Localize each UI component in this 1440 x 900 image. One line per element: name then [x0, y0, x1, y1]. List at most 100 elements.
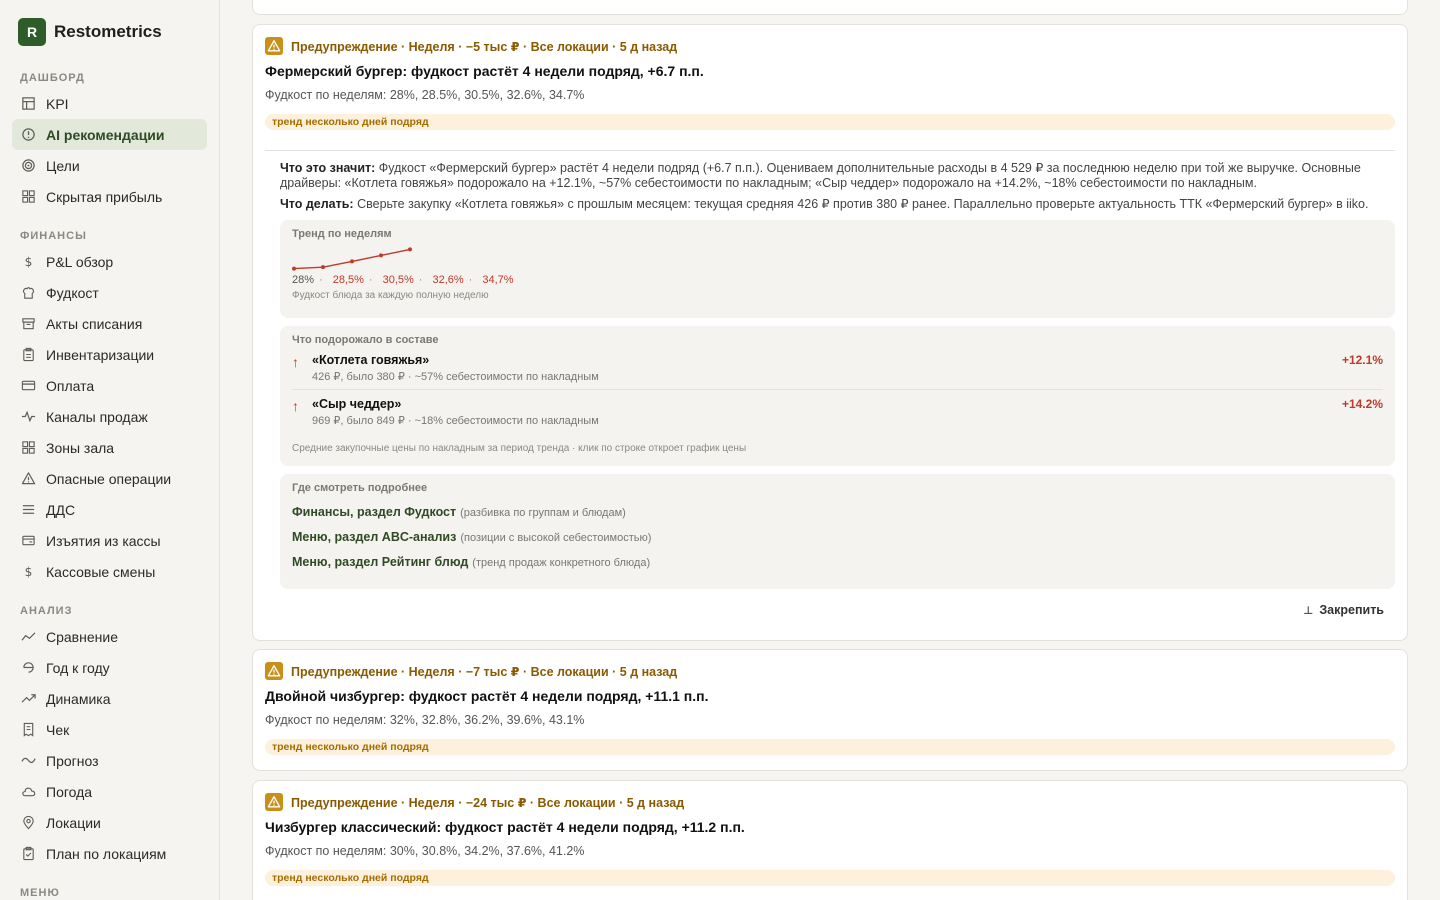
sidebar-item-label: KPI	[46, 95, 69, 112]
sidebar-item[interactable]: Опасные операции	[12, 463, 207, 494]
sidebar-item[interactable]: Год к году	[12, 652, 207, 683]
brand[interactable]: R Restometrics	[0, 0, 219, 64]
sidebar-item[interactable]: Каналы продаж	[12, 401, 207, 432]
trend-value-label: 28%	[292, 274, 315, 286]
sidebar-item[interactable]: Фудкост	[12, 277, 207, 308]
alert-circle-icon	[20, 127, 36, 143]
sidebar-item-label: Локации	[46, 814, 101, 831]
sidebar-item-label: План по локациям	[46, 845, 167, 862]
sidebar-section-label: ДАШБОРД	[20, 72, 85, 84]
sidebar-item[interactable]: Оплата	[12, 370, 207, 401]
sidebar-item-label: Опасные операции	[46, 470, 172, 487]
card-subtitle: Фудкост по неделям: 28%, 28.5%, 30.5%, 3…	[265, 88, 585, 102]
sidebar-item-label: Инвентаризации	[46, 346, 155, 363]
sidebar-section-label: МЕНЮ	[20, 887, 60, 899]
sidebar-item[interactable]: Инвентаризации	[12, 339, 207, 370]
sidebar-item[interactable]: Сравнение	[12, 621, 207, 652]
card-meta: Предупреждение · Неделя · −24 тыс ₽ · Вс…	[265, 793, 1395, 811]
recommendation-card[interactable]: Предупреждение · Неделя · −5 тыс ₽ · Все…	[252, 24, 1408, 641]
arrow-up-icon: ↑	[292, 354, 299, 370]
receipt-icon	[20, 722, 36, 738]
ingredient-row[interactable]: ↑ «Котлета говяжья» 426 ₽, было 380 ₽ · ~5…	[292, 346, 1383, 389]
svg-text:$: $	[24, 565, 32, 579]
sidebar-item[interactable]: Скрытая прибыль	[12, 181, 207, 212]
card-title: Чизбургер классический: фудкост растёт 4…	[265, 819, 745, 835]
sidebar-item[interactable]: $ Кассовые смены	[12, 556, 207, 587]
recommendation-card[interactable]: Предупреждение · Неделя · −24 тыс ₽ · Вс…	[252, 780, 1408, 900]
detail-link[interactable]: Меню, раздел Рейтинг блюд	[292, 555, 468, 569]
dollar-icon: $	[20, 254, 36, 270]
pin-button[interactable]: ⊥ Закрепить	[1303, 603, 1384, 617]
meaning-label: Что это значит:	[280, 161, 376, 175]
sidebar-item[interactable]: Прогноз	[12, 745, 207, 776]
credit-card-icon	[20, 378, 36, 394]
ingredient-name: «Котлета говяжья»	[312, 353, 430, 367]
sidebar-item-label: Фудкост	[46, 284, 99, 301]
trend-point	[408, 247, 412, 252]
detail-link[interactable]: Меню, раздел ABC-анализ	[292, 530, 456, 544]
sidebar-item[interactable]: Погода	[12, 776, 207, 807]
trend-tag: тренд несколько дней подряд	[265, 114, 1395, 130]
sidebar-item[interactable]: ДДС	[12, 494, 207, 525]
card-meta-text: Предупреждение · Неделя · −24 тыс ₽ · Вс…	[291, 795, 685, 810]
trend-separator: ·	[319, 274, 323, 286]
ingredient-delta: +14.2%	[1341, 397, 1383, 411]
sidebar-item[interactable]: AI рекомендации	[12, 119, 207, 150]
map-pin-icon	[20, 815, 36, 831]
grid-icon	[20, 440, 36, 456]
brand-name: Restometrics	[54, 22, 162, 41]
trend-point	[321, 265, 325, 270]
warning-icon	[20, 471, 36, 487]
card-meta: Предупреждение · Неделя · −5 тыс ₽ · Все…	[265, 37, 1395, 55]
sidebar-item-label: Динамика	[46, 690, 111, 707]
sidebar-item[interactable]: Изъятия из кассы	[12, 525, 207, 556]
ingredients-foot: Средние закупочные цены по накладным за …	[292, 443, 747, 454]
card-title: Фермерский бургер: фудкост растёт 4 неде…	[265, 63, 704, 79]
detail-link[interactable]: Финансы, раздел Фудкост	[292, 505, 456, 519]
trend-foot: Фудкост блюда за каждую полную неделю	[292, 290, 489, 301]
card-meta-text: Предупреждение · Неделя · −7 тыс ₽ · Все…	[291, 664, 678, 679]
ingredient-row[interactable]: ↑ «Сыр чеддер» 969 ₽, было 849 ₽ · ~18% се…	[292, 389, 1383, 433]
card-title: Двойной чизбургер: фудкост растёт 4 неде…	[265, 688, 709, 704]
detail-link-row: Меню, раздел ABC-анализ (позиции с высоко…	[292, 530, 1383, 544]
sidebar-item-label: AI рекомендации	[46, 126, 165, 143]
trend-point	[379, 253, 383, 258]
sidebar-section-label: АНАЛИЗ	[20, 605, 73, 617]
previous-card-stub	[252, 0, 1408, 15]
sidebar-item-label: Скрытая прибыль	[46, 188, 163, 205]
sidebar-item-label: Прогноз	[46, 752, 99, 769]
trend-labels: 28% · 28,5% · 30,5% · 32,6% · 34,7%	[292, 274, 1383, 286]
sidebar-item[interactable]: Акты списания	[12, 308, 207, 339]
sidebar-item[interactable]: Цели	[12, 150, 207, 181]
target-icon	[20, 158, 36, 174]
card-subtitle: Фудкост по неделям: 30%, 30.8%, 34.2%, 3…	[265, 844, 585, 858]
pin-icon: ⊥	[1303, 604, 1314, 617]
sidebar-item[interactable]: План по локациям	[12, 838, 207, 869]
action-text: Сверьте закупку «Котлета говяжья» с прош…	[357, 197, 1369, 211]
sidebar-item[interactable]: KPI	[12, 88, 207, 119]
recommendations-feed: Предупреждение · Неделя · −5 тыс ₽ · Все…	[220, 0, 1440, 900]
trend-sparkline	[292, 247, 412, 271]
trend-separator: ·	[468, 274, 473, 286]
trend-point	[350, 259, 354, 264]
trending-up-icon	[20, 691, 36, 707]
ingredient-delta: +12.1%	[1341, 353, 1383, 367]
sidebar-item[interactable]: Чек	[12, 714, 207, 745]
cycle-icon	[20, 660, 36, 676]
sidebar-item[interactable]: Динамика	[12, 683, 207, 714]
action-label: Что делать:	[280, 197, 354, 211]
ingredients-title: Что подорожало в составе	[292, 334, 439, 346]
recommendation-card[interactable]: Предупреждение · Неделя · −7 тыс ₽ · Все…	[252, 649, 1408, 771]
detail-link-hint: (позиции с высокой себестоимостью)	[460, 532, 652, 544]
sidebar-item[interactable]: Локации	[12, 807, 207, 838]
chef-hat-icon	[20, 285, 36, 301]
trend-tag: тренд несколько дней подряд	[265, 739, 1395, 755]
ingredient-detail: 426 ₽, было 380 ₽ · ~57% себестоимости п…	[312, 371, 599, 383]
sidebar-item[interactable]: $ P&L обзор	[12, 246, 207, 277]
sidebar-item[interactable]: Зоны зала	[12, 432, 207, 463]
trend-separator: ·	[368, 274, 373, 286]
sidebar-item-label: Чек	[46, 721, 70, 738]
